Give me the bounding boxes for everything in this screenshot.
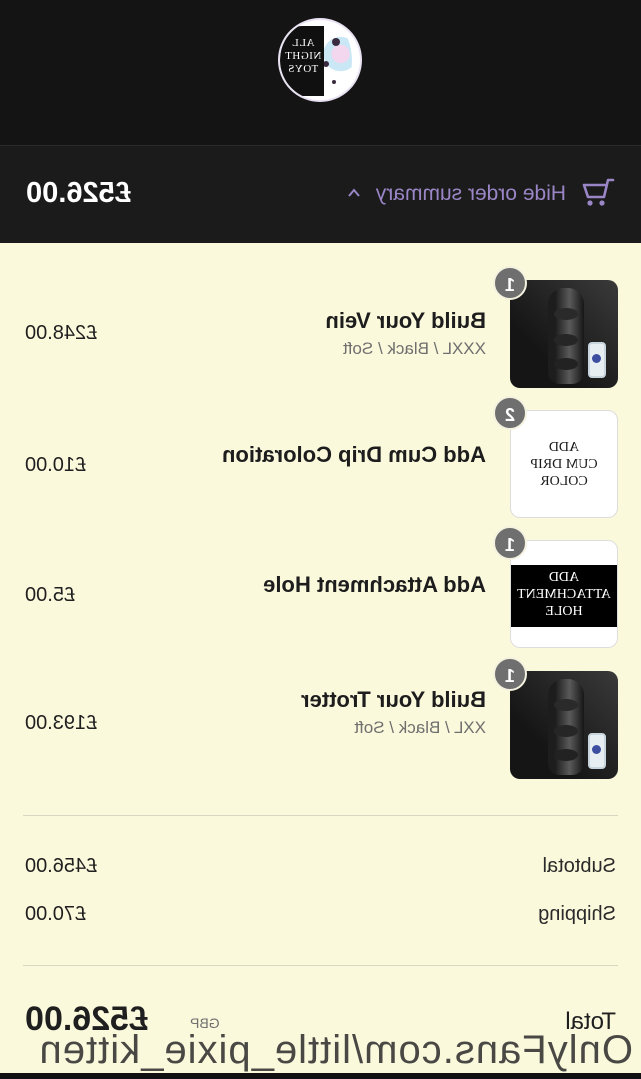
product-image bbox=[548, 288, 584, 384]
item-name: Add Cum Drip Coloration bbox=[222, 442, 486, 467]
line-item: ADD ATTACHMENT HOLE 1 Add Attachment Hol… bbox=[0, 526, 641, 660]
watermark: OnlyFans.com/little_pixie_kitten bbox=[38, 1028, 633, 1072]
item-name: Add Attachment Hole bbox=[263, 572, 486, 597]
product-image bbox=[548, 679, 584, 775]
item-price: £5.00 bbox=[25, 584, 76, 606]
item-name: Build Your Vein bbox=[325, 308, 486, 333]
product-thumbnail: 1 bbox=[493, 266, 618, 388]
quantity-badge: 1 bbox=[493, 526, 527, 560]
shipping-label: Shipping bbox=[538, 903, 616, 925]
order-summary-toggle[interactable]: Hide order summary £526.00 bbox=[0, 145, 641, 243]
bottom-edge bbox=[0, 1073, 641, 1079]
product-thumbnail: ADD ATTACHMENT HOLE 1 bbox=[493, 526, 618, 648]
item-variant: XXXL / Black / Soft bbox=[343, 339, 486, 358]
summary-total: £526.00 bbox=[26, 177, 131, 209]
divider bbox=[23, 815, 618, 816]
quantity-badge: 2 bbox=[493, 396, 527, 430]
subtotal-label: Subtotal bbox=[542, 855, 616, 877]
quantity-badge: 1 bbox=[493, 657, 527, 691]
product-thumbnail: ADD CUM DRIP COLOR 2 bbox=[493, 396, 618, 518]
shipping-value: £70.00 bbox=[25, 903, 87, 925]
chevron-up-icon bbox=[348, 188, 360, 197]
logo-text: ALL NIGHT TOYS bbox=[284, 37, 322, 75]
store-logo[interactable]: ALL NIGHT TOYS bbox=[278, 18, 362, 102]
line-item: 1 Build Your Trotter XXL / Black / Soft … bbox=[0, 657, 641, 791]
subtotal-value: £456.00 bbox=[25, 855, 98, 877]
line-item: 1 Build Your Vein XXXL / Black / Soft £2… bbox=[0, 266, 641, 400]
item-price: £10.00 bbox=[25, 454, 87, 476]
item-name: Build Your Trotter bbox=[301, 687, 486, 712]
item-variant: XXL / Black / Soft bbox=[354, 718, 486, 737]
item-price: £248.00 bbox=[25, 322, 98, 344]
line-item: ADD CUM DRIP COLOR 2 Add Cum Drip Colora… bbox=[0, 396, 641, 530]
checkout-page: ALL NIGHT TOYS Hide order summary £526.0… bbox=[0, 0, 641, 1079]
item-price: £193.00 bbox=[25, 712, 98, 734]
header: ALL NIGHT TOYS bbox=[0, 0, 641, 145]
divider bbox=[23, 965, 618, 966]
quantity-badge: 1 bbox=[493, 266, 527, 300]
toggle-label[interactable]: Hide order summary bbox=[376, 182, 566, 206]
cart-icon bbox=[582, 178, 615, 206]
product-thumbnail: 1 bbox=[493, 657, 618, 779]
